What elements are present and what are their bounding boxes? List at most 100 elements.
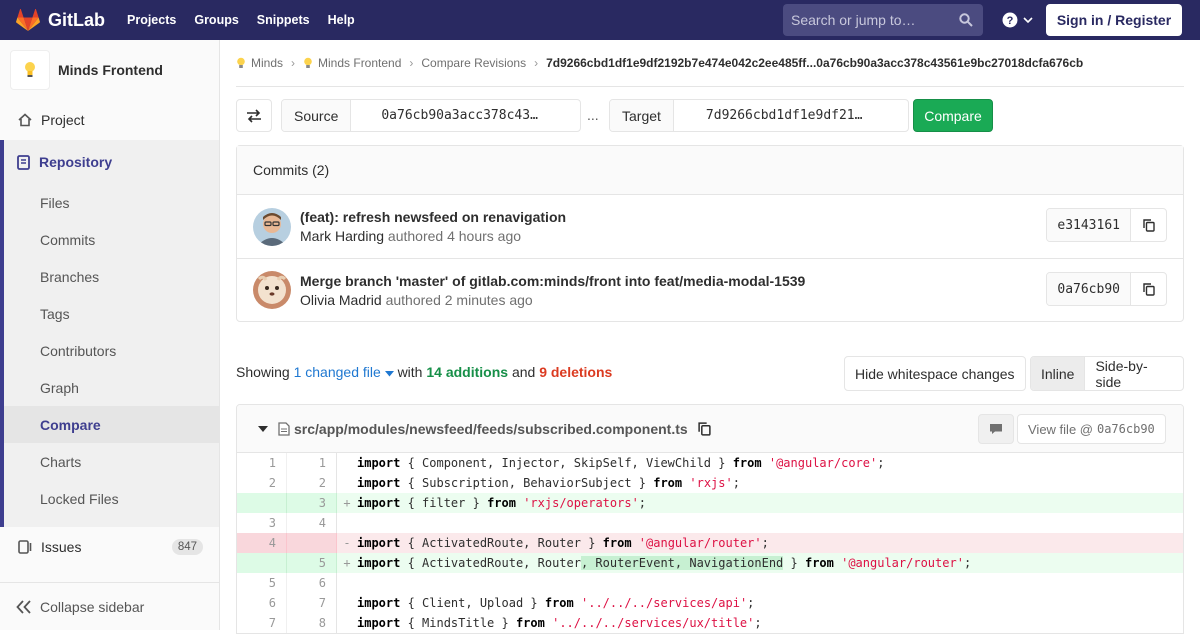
diff-line: 7 8 import { MindsTitle } from '../../..… bbox=[237, 613, 1183, 633]
help-dropdown[interactable]: ? bbox=[1002, 12, 1033, 28]
side-by-side-button[interactable]: Side-by-side bbox=[1085, 357, 1183, 390]
breadcrumb: Minds › Minds Frontend › Compare Revisio… bbox=[236, 40, 1184, 87]
breadcrumb-current[interactable]: 7d9266cbd1df1e9df2192b7e474e042c2ee485ff… bbox=[546, 56, 1083, 70]
commit-author[interactable]: Mark Harding bbox=[300, 228, 384, 244]
old-line-number[interactable]: 5 bbox=[237, 573, 287, 593]
avatar[interactable] bbox=[253, 271, 291, 309]
nav-snippets[interactable]: Snippets bbox=[257, 13, 310, 27]
commit-sha-link[interactable]: 0a76cb90 bbox=[1047, 273, 1131, 305]
sidebar-subitem-files[interactable]: Files bbox=[4, 184, 219, 221]
new-line-number[interactable]: 8 bbox=[287, 613, 337, 633]
search-icon bbox=[959, 13, 973, 27]
breadcrumb-item-compare-revisions[interactable]: Compare Revisions › bbox=[421, 56, 546, 70]
target-revision-dropdown[interactable]: 7d9266cbd1df1e9df21… bbox=[674, 100, 875, 131]
sidebar-subitem-charts[interactable]: Charts bbox=[4, 443, 219, 480]
code-line: import { Component, Injector, SkipSelf, … bbox=[357, 456, 885, 470]
compare-button[interactable]: Compare bbox=[913, 99, 993, 132]
old-line-number[interactable] bbox=[237, 553, 287, 573]
breadcrumb-item-minds-frontend[interactable]: Minds Frontend › bbox=[303, 56, 421, 70]
sidebar-subitem-locked-files[interactable]: Locked Files bbox=[4, 480, 219, 517]
view-file-label: View file @ bbox=[1028, 421, 1093, 437]
new-line-number[interactable]: 6 bbox=[287, 573, 337, 593]
collapse-sidebar-button[interactable]: Collapse sidebar bbox=[0, 582, 219, 630]
toggle-comments-button[interactable] bbox=[978, 414, 1014, 444]
old-line-number[interactable]: 7 bbox=[237, 613, 287, 633]
inline-view-button[interactable]: Inline bbox=[1031, 357, 1086, 390]
new-line-number[interactable]: 5 bbox=[287, 553, 337, 573]
commits-list: Commits (2) (feat): refresh newsfeed on … bbox=[236, 145, 1184, 322]
sidebar-subitem-branches[interactable]: Branches bbox=[4, 258, 219, 295]
project-avatar-icon bbox=[304, 57, 312, 68]
nav-groups[interactable]: Groups bbox=[194, 13, 238, 27]
line-sign bbox=[337, 573, 357, 593]
changed-files-label: 1 changed file bbox=[293, 364, 381, 380]
sidebar-item-issues[interactable]: Issues 847 bbox=[0, 527, 219, 567]
question-icon: ? bbox=[1002, 12, 1018, 28]
top-navbar: GitLab Projects Groups Snippets Help Sea… bbox=[0, 0, 1200, 40]
line-sign: + bbox=[343, 556, 351, 570]
sign-in-button[interactable]: Sign in / Register bbox=[1046, 4, 1182, 36]
sidebar-subitem-compare[interactable]: Compare bbox=[4, 406, 219, 443]
collapse-caret-icon[interactable] bbox=[258, 425, 268, 433]
file-icon bbox=[278, 421, 290, 436]
old-line-number[interactable]: 4 bbox=[237, 533, 287, 553]
sidebar-subitem-contributors[interactable]: Contributors bbox=[4, 332, 219, 369]
hide-whitespace-button[interactable]: Hide whitespace changes bbox=[844, 356, 1026, 391]
commit-sha-link[interactable]: e3143161 bbox=[1047, 209, 1131, 241]
commit-title[interactable]: Merge branch 'master' of gitlab.com:mind… bbox=[300, 273, 805, 289]
line-sign bbox=[337, 473, 357, 493]
new-line-number[interactable]: 7 bbox=[287, 593, 337, 613]
view-file-button[interactable]: View file @ 0a76cb90 bbox=[1017, 414, 1166, 444]
breadcrumb-item-minds[interactable]: Minds › bbox=[236, 56, 303, 70]
new-line-number[interactable]: 3 bbox=[287, 493, 337, 513]
commit-author[interactable]: Olivia Madrid bbox=[300, 292, 382, 308]
showing-label: Showing bbox=[236, 364, 290, 380]
revision-separator: ... bbox=[587, 107, 599, 123]
nav-help[interactable]: Help bbox=[328, 13, 355, 27]
copy-sha-button[interactable] bbox=[1131, 273, 1166, 305]
sidebar-subitem-graph[interactable]: Graph bbox=[4, 369, 219, 406]
sidebar-project-header[interactable]: Minds Frontend bbox=[0, 40, 219, 100]
line-sign bbox=[337, 513, 357, 533]
sidebar-item-repository[interactable]: Repository bbox=[4, 140, 219, 184]
changed-files-dropdown[interactable]: 1 changed file bbox=[294, 364, 394, 380]
sidebar-item-project[interactable]: Project bbox=[0, 100, 219, 140]
source-revision-dropdown[interactable]: 0a76cb90a3acc378c43… bbox=[351, 100, 550, 131]
minds-avatar-icon bbox=[237, 57, 245, 68]
nav-projects[interactable]: Projects bbox=[127, 13, 176, 27]
old-line-number[interactable]: 1 bbox=[237, 453, 287, 473]
commit-row: (feat): refresh newsfeed on renavigation… bbox=[237, 195, 1183, 258]
old-line-number[interactable]: 3 bbox=[237, 513, 287, 533]
copy-sha-button[interactable] bbox=[1131, 209, 1166, 241]
breadcrumb-label: Minds bbox=[251, 56, 284, 70]
diff-line-removed: 4 - import { ActivatedRoute, Router } fr… bbox=[237, 533, 1183, 553]
gitlab-logo[interactable]: GitLab bbox=[16, 9, 105, 31]
avatar[interactable] bbox=[253, 207, 291, 246]
old-line-number[interactable]: 2 bbox=[237, 473, 287, 493]
swap-arrows-icon bbox=[247, 108, 261, 123]
sidebar: Minds Frontend Project Repository Files … bbox=[0, 40, 220, 630]
caret-down-icon bbox=[384, 371, 394, 377]
line-sign bbox=[337, 613, 357, 633]
swap-revisions-button[interactable] bbox=[236, 99, 272, 132]
sidebar-subitem-tags[interactable]: Tags bbox=[4, 295, 219, 332]
sidebar-subitem-commits[interactable]: Commits bbox=[4, 221, 219, 258]
new-line-number[interactable]: 2 bbox=[287, 473, 337, 493]
file-path[interactable]: src/app/modules/newsfeed/feeds/subscribe… bbox=[294, 421, 688, 437]
old-line-number[interactable]: 6 bbox=[237, 593, 287, 613]
code-line: import { filter } from 'rxjs/operators'; bbox=[357, 496, 647, 510]
compare-form: Source 0a76cb90a3acc378c43… ... Target 7… bbox=[236, 87, 1184, 145]
new-line-number[interactable]: 1 bbox=[287, 453, 337, 473]
old-line-number[interactable] bbox=[237, 493, 287, 513]
diff-line: 1 1 import { Component, Injector, SkipSe… bbox=[237, 453, 1183, 473]
commit-title[interactable]: (feat): refresh newsfeed on renavigation bbox=[300, 209, 566, 225]
copy-path-icon[interactable] bbox=[698, 421, 711, 436]
new-line-number[interactable]: 4 bbox=[287, 513, 337, 533]
breadcrumb-separator-icon: › bbox=[534, 56, 539, 70]
commit-sha-group: e3143161 bbox=[1046, 208, 1167, 242]
svg-text:?: ? bbox=[1007, 15, 1014, 27]
brand-name: GitLab bbox=[48, 9, 105, 30]
new-line-number[interactable] bbox=[287, 533, 337, 553]
commit-sha-group: 0a76cb90 bbox=[1046, 272, 1167, 306]
search-input[interactable]: Search or jump to… bbox=[783, 4, 983, 36]
